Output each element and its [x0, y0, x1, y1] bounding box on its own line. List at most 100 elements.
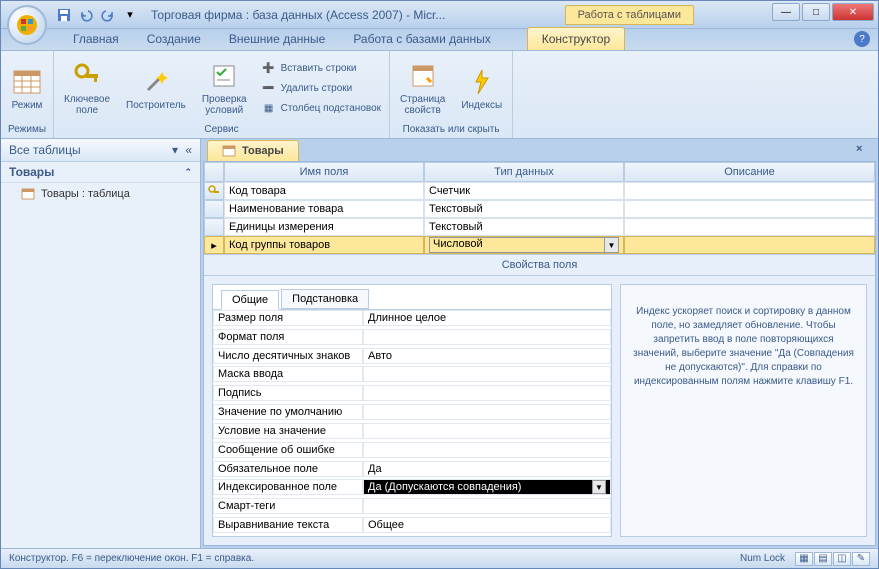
- prop-value[interactable]: Длинное целое: [363, 310, 611, 326]
- row-selector-header: [204, 162, 224, 182]
- view-pivottable-button[interactable]: ▤: [814, 552, 832, 566]
- chevron-up-icon: ⌃: [184, 167, 192, 178]
- primary-key-label: Ключевое поле: [64, 94, 110, 116]
- col-fieldname[interactable]: Имя поля: [224, 162, 424, 182]
- prop-value[interactable]: [363, 423, 611, 439]
- ribbon-group-showhide: Страница свойств Индексы Показать или ск…: [390, 51, 513, 138]
- nav-group-tovary[interactable]: Товары ⌃: [1, 162, 200, 183]
- lightning-icon: [466, 66, 498, 98]
- row-selector[interactable]: [204, 182, 224, 200]
- builder-button[interactable]: Построитель: [122, 64, 190, 113]
- prop-value[interactable]: [363, 404, 611, 420]
- prop-label: Подпись: [213, 385, 363, 401]
- prop-value[interactable]: Да (Допускаются совпадения)▼: [363, 479, 611, 495]
- property-help-text: Индекс ускоряет поиск и сортировку в дан…: [620, 284, 867, 537]
- group-showhide-label: Показать или скрыть: [396, 123, 506, 136]
- col-description[interactable]: Описание: [624, 162, 875, 182]
- indexes-label: Индексы: [461, 100, 502, 111]
- col-datatype[interactable]: Тип данных: [424, 162, 624, 182]
- primary-key-button[interactable]: Ключевое поле: [60, 58, 114, 118]
- field-name-cell[interactable]: Наименование товара: [224, 200, 424, 218]
- prop-value[interactable]: [363, 329, 611, 345]
- office-button[interactable]: [7, 5, 47, 45]
- redo-icon[interactable]: [99, 6, 117, 24]
- view-design-button[interactable]: ✎: [852, 552, 870, 566]
- prop-value[interactable]: [363, 366, 611, 382]
- field-name-cell[interactable]: Единицы измерения: [224, 218, 424, 236]
- undo-icon[interactable]: [77, 6, 95, 24]
- prop-label: Значение по умолчанию: [213, 404, 363, 420]
- prop-value[interactable]: [363, 442, 611, 458]
- field-type-cell[interactable]: Счетчик: [424, 182, 624, 200]
- field-name-cell[interactable]: Код группы товаров: [224, 236, 424, 254]
- delete-rows-button[interactable]: ➖Удалить строки: [259, 79, 383, 97]
- prop-value[interactable]: [363, 498, 611, 514]
- field-desc-cell[interactable]: [624, 182, 875, 200]
- navigation-pane: Все таблицы ▾ « Товары ⌃ Товары : таблиц…: [1, 139, 201, 548]
- doc-tab-tovary[interactable]: Товары: [207, 140, 299, 161]
- group-views-label: Режимы: [7, 123, 47, 136]
- close-button[interactable]: ✕: [832, 3, 874, 21]
- prop-label: Сообщение об ошибке: [213, 442, 363, 458]
- row-selector[interactable]: [204, 218, 224, 236]
- field-type-cell[interactable]: Текстовый: [424, 218, 624, 236]
- view-pivotchart-button[interactable]: ◫: [833, 552, 851, 566]
- titlebar: ▾ Торговая фирма : база данных (Access 2…: [1, 1, 878, 29]
- field-desc-cell[interactable]: [624, 236, 875, 254]
- insert-rows-button[interactable]: ➕Вставить строки: [259, 59, 383, 77]
- tab-design[interactable]: Конструктор: [527, 27, 625, 50]
- minimize-button[interactable]: —: [772, 3, 800, 21]
- field-type-cell[interactable]: Текстовый: [424, 200, 624, 218]
- row-selector[interactable]: [204, 200, 224, 218]
- window-title: Торговая фирма : база данных (Access 200…: [151, 8, 445, 22]
- context-tab-group: Работа с таблицами: [565, 5, 694, 25]
- prop-label: Маска ввода: [213, 366, 363, 382]
- statusbar: Конструктор. F6 = переключение окон. F1 …: [1, 548, 878, 568]
- prop-value[interactable]: Авто: [363, 348, 611, 364]
- builder-label: Построитель: [126, 100, 186, 111]
- chevron-down-icon[interactable]: ▾: [172, 143, 178, 157]
- document-area: Товары × Имя поля Тип данных Описание Ко…: [201, 139, 878, 548]
- field-properties-title: Свойства поля: [204, 254, 875, 276]
- tab-home[interactable]: Главная: [59, 28, 133, 50]
- nav-item-tovary-table[interactable]: Товары : таблица: [1, 183, 200, 205]
- tab-create[interactable]: Создание: [133, 28, 215, 50]
- indexes-button[interactable]: Индексы: [457, 64, 506, 113]
- tab-lookup[interactable]: Подстановка: [281, 289, 369, 309]
- view-label: Режим: [12, 100, 43, 111]
- collapse-icon[interactable]: «: [185, 143, 192, 157]
- tab-dbtools[interactable]: Работа с базами данных: [339, 28, 504, 50]
- field-name-cell[interactable]: Код товара: [224, 182, 424, 200]
- status-text: Конструктор. F6 = переключение окон. F1 …: [9, 553, 254, 564]
- prop-label: Размер поля: [213, 310, 363, 326]
- field-design-grid: Имя поля Тип данных Описание Код товара …: [204, 162, 875, 254]
- prop-label: Выравнивание текста: [213, 517, 363, 533]
- help-icon[interactable]: ?: [854, 31, 870, 47]
- prop-label: Условие на значение: [213, 423, 363, 439]
- prop-value[interactable]: Общее: [363, 517, 611, 533]
- tab-general[interactable]: Общие: [221, 290, 279, 310]
- qat-more-icon[interactable]: ▾: [121, 6, 139, 24]
- field-type-cell[interactable]: Числовой▼: [424, 236, 624, 254]
- app-window: ▾ Торговая фирма : база данных (Access 2…: [0, 0, 879, 569]
- view-datasheet-button[interactable]: ▦: [795, 552, 813, 566]
- doc-close-button[interactable]: ×: [856, 143, 870, 157]
- prop-value[interactable]: [363, 385, 611, 401]
- prop-label: Число десятичных знаков: [213, 348, 363, 364]
- field-desc-cell[interactable]: [624, 200, 875, 218]
- field-desc-cell[interactable]: [624, 218, 875, 236]
- property-sheet: Общие Подстановка Размер поляДлинное цел…: [212, 284, 612, 537]
- nav-header[interactable]: Все таблицы ▾ «: [1, 139, 200, 162]
- tab-external[interactable]: Внешние данные: [215, 28, 340, 50]
- prop-value[interactable]: Да: [363, 461, 611, 477]
- maximize-button[interactable]: □: [802, 3, 830, 21]
- row-selector-active[interactable]: ▸: [204, 236, 224, 254]
- table-icon: [222, 144, 236, 158]
- validation-button[interactable]: Проверка условий: [198, 58, 251, 118]
- property-sheet-button[interactable]: Страница свойств: [396, 58, 449, 118]
- dropdown-icon[interactable]: ▼: [604, 238, 618, 252]
- save-icon[interactable]: [55, 6, 73, 24]
- view-button[interactable]: Режим: [7, 64, 47, 113]
- lookup-column-button[interactable]: ▦Столбец подстановок: [259, 99, 383, 117]
- dropdown-icon[interactable]: ▼: [592, 480, 606, 494]
